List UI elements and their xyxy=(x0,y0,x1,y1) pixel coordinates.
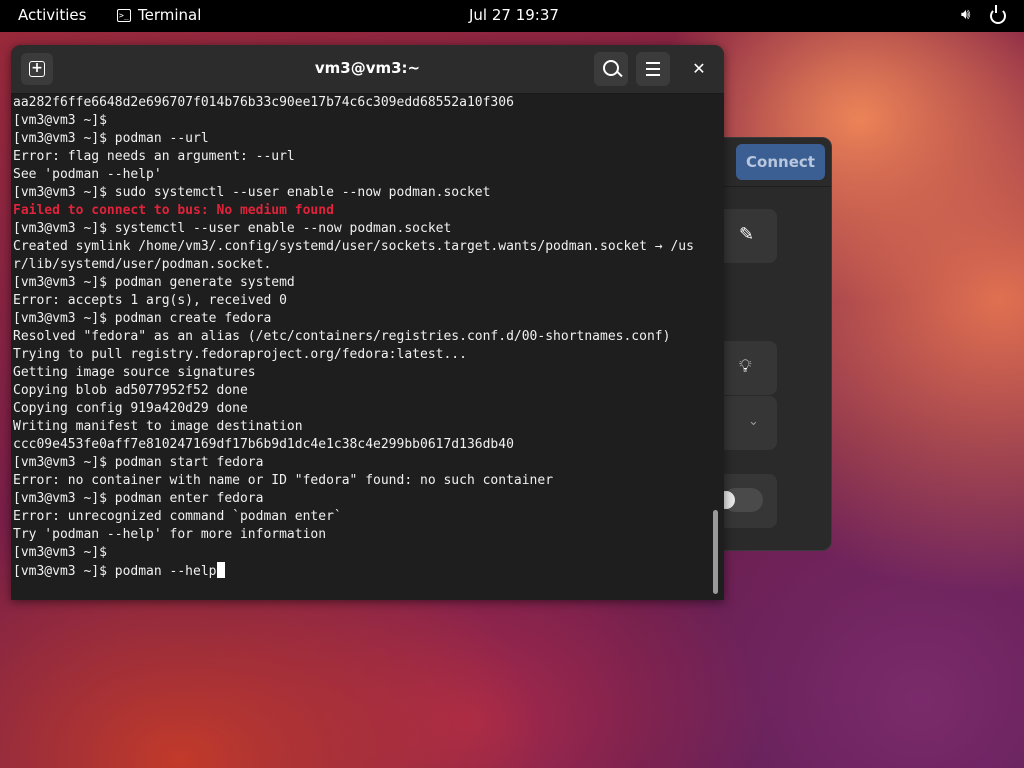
search-icon xyxy=(603,60,619,76)
terminal-line: Writing manifest to image destination xyxy=(13,419,303,434)
terminal-line: Getting image source signatures xyxy=(13,365,256,380)
search-button[interactable] xyxy=(594,52,628,86)
terminal-headerbar: + vm3@vm3:~ ✕ xyxy=(11,45,724,94)
app-menu-button[interactable]: >_ Terminal xyxy=(117,6,201,24)
connect-button[interactable]: Connect xyxy=(736,144,825,180)
scrollbar[interactable] xyxy=(713,510,718,594)
terminal-line: Resolved "fedora" as an alias (/etc/cont… xyxy=(13,329,671,344)
terminal-line: Created symlink /home/vm3/.config/system… xyxy=(13,239,694,254)
terminal-line: [vm3@vm3 ~]$ xyxy=(13,113,107,128)
top-bar: Activities >_ Terminal Jul 27 19:37 🔊︎ xyxy=(0,0,1024,32)
volume-icon[interactable]: 🔊︎ xyxy=(961,5,970,23)
chevron-down-icon[interactable]: ⌄ xyxy=(748,414,759,429)
terminal-error-line: Failed to connect to bus: No medium foun… xyxy=(13,203,334,218)
activities-button[interactable]: Activities xyxy=(18,6,86,24)
text-cursor xyxy=(216,562,225,578)
terminal-line: Error: no container with name or ID "fed… xyxy=(13,473,554,488)
terminal-line: [vm3@vm3 ~]$ podman start fedora xyxy=(13,455,264,470)
terminal-line: [vm3@vm3 ~]$ podman generate systemd xyxy=(13,275,295,290)
terminal-line: [vm3@vm3 ~]$ systemctl --user enable --n… xyxy=(13,221,452,236)
terminal-line: r/lib/systemd/user/podman.socket. xyxy=(13,257,272,272)
close-icon: ✕ xyxy=(692,59,706,78)
terminal-line: ccc09e453fe0aff7e810247169df17b6b9d1dc4e… xyxy=(13,437,514,452)
terminal-icon: >_ xyxy=(117,8,131,22)
current-command: [vm3@vm3 ~]$ podman --help xyxy=(13,564,217,579)
terminal-line: Error: unrecognized command `podman ente… xyxy=(13,509,342,524)
terminal-line: Try 'podman --help' for more information xyxy=(13,527,327,542)
pencil-icon[interactable]: ✎ xyxy=(739,224,754,245)
terminal-window: + vm3@vm3:~ ✕ aa282f6ffe6648d2e696707f01… xyxy=(11,45,724,600)
power-icon[interactable] xyxy=(990,5,1006,24)
lightbulb-icon[interactable]: 💡︎ xyxy=(739,356,752,377)
terminal-line: [vm3@vm3 ~]$ xyxy=(13,545,107,560)
terminal-line: [vm3@vm3 ~]$ sudo systemctl --user enabl… xyxy=(13,185,491,200)
terminal-line: [vm3@vm3 ~]$ podman enter fedora xyxy=(13,491,264,506)
menu-button[interactable] xyxy=(636,52,670,86)
terminal-line: Copying config 919a420d29 done xyxy=(13,401,248,416)
terminal-line: Copying blob ad5077952f52 done xyxy=(13,383,248,398)
terminal-line: See 'podman --help' xyxy=(13,167,162,182)
terminal-line: Error: accepts 1 arg(s), received 0 xyxy=(13,293,287,308)
app-name: Terminal xyxy=(138,6,202,24)
terminal-line: aa282f6ffe6648d2e696707f014b76b33c90ee17… xyxy=(13,95,514,110)
terminal-line: [vm3@vm3 ~]$ podman create fedora xyxy=(13,311,272,326)
terminal-output[interactable]: aa282f6ffe6648d2e696707f014b76b33c90ee17… xyxy=(13,94,713,600)
terminal-input-line[interactable]: [vm3@vm3 ~]$ podman --help xyxy=(13,562,713,580)
terminal-line: Trying to pull registry.fedoraproject.or… xyxy=(13,347,467,362)
clock[interactable]: Jul 27 19:37 xyxy=(469,6,559,24)
terminal-line: Error: flag needs an argument: --url xyxy=(13,149,295,164)
close-button[interactable]: ✕ xyxy=(687,57,711,81)
hamburger-menu-icon xyxy=(646,62,660,64)
terminal-line: [vm3@vm3 ~]$ podman --url xyxy=(13,131,209,146)
